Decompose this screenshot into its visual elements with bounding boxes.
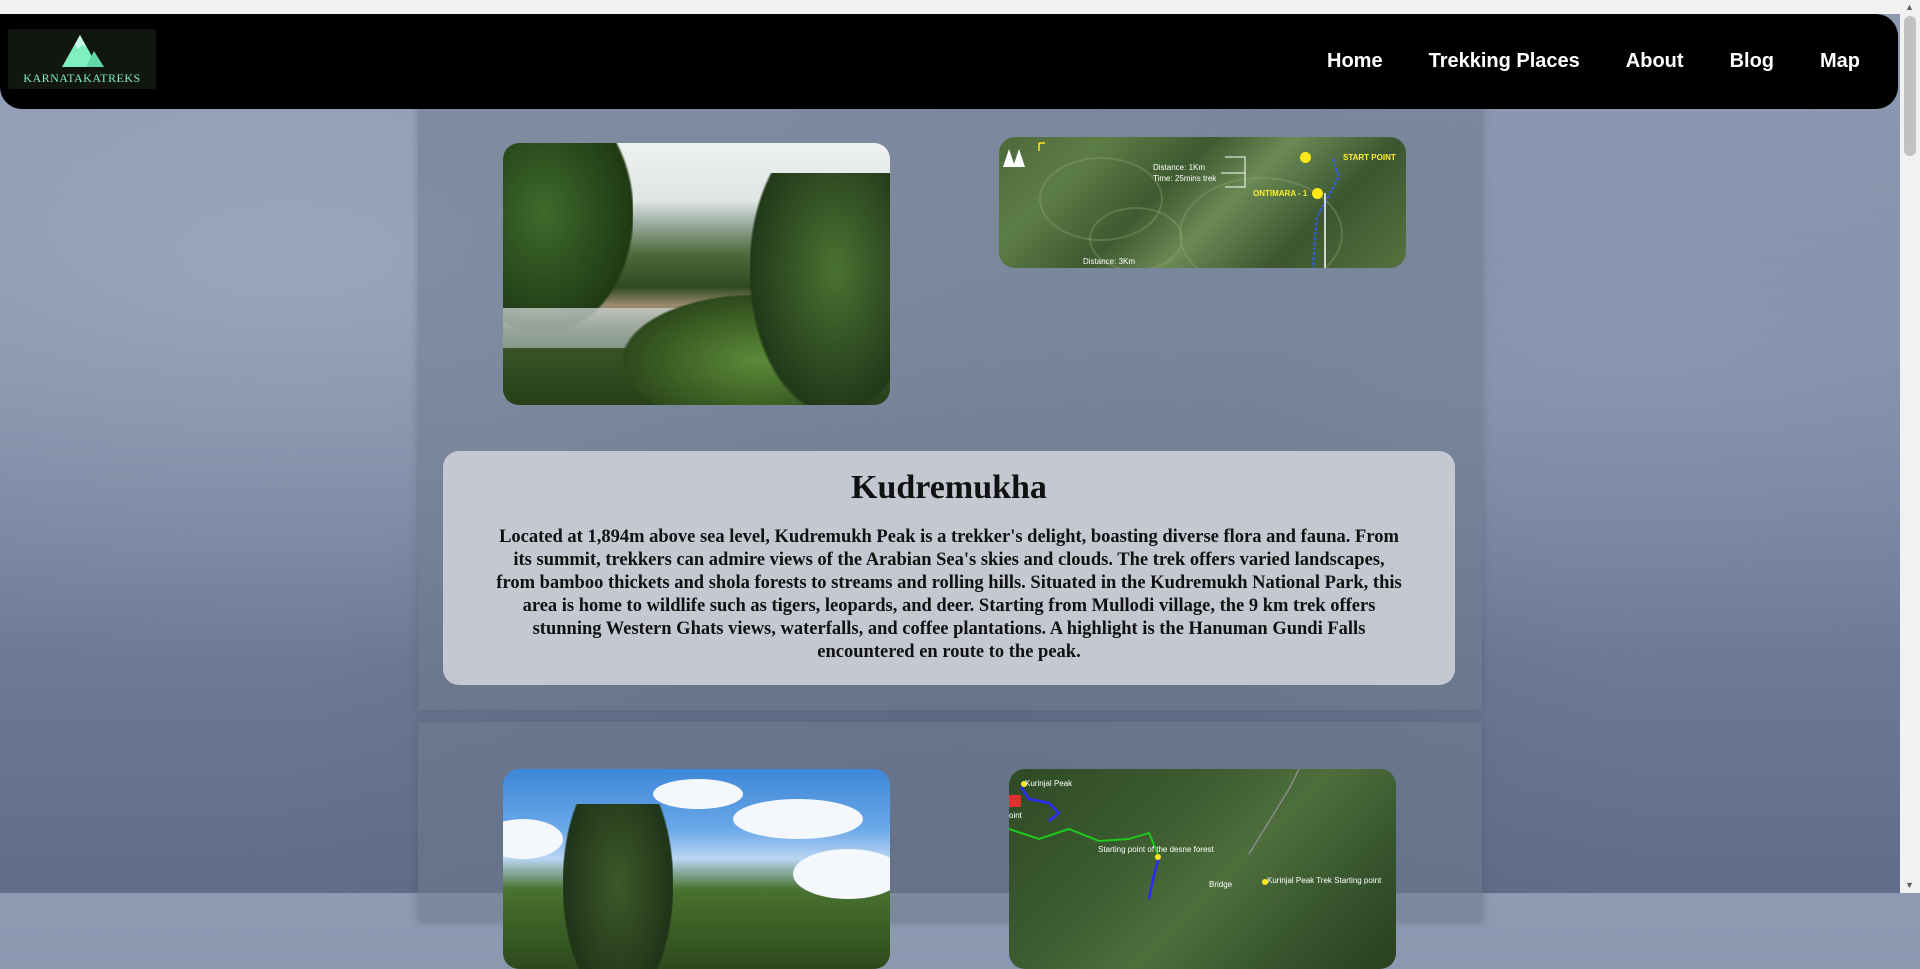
map-label-ontimara: ONTIMARA - 1 <box>1253 189 1308 198</box>
kudremukha-info-card: Kudremukha Located at 1,894m above sea l… <box>443 451 1455 685</box>
nav-links: Home Trekking Places About Blog Map <box>1281 50 1860 73</box>
trek-card-kurinjal: Kurinjal Peak oint Starting point of the… <box>418 722 1482 969</box>
map-label-distance-3km: Distance: 3Km <box>1083 257 1136 266</box>
navbar: KARNATAKATREKS Home Trekking Places Abou… <box>0 14 1898 109</box>
map-label-start: START POINT <box>1343 153 1396 162</box>
scroll-down-icon[interactable]: ▼ <box>1905 880 1914 890</box>
ontimara-marker <box>1312 188 1323 199</box>
scrollbar-thumb[interactable] <box>1904 16 1916 156</box>
nav-blog[interactable]: Blog <box>1730 50 1774 73</box>
vertical-scrollbar[interactable]: ▲ ▼ <box>1900 0 1920 893</box>
kudremukha-forest-photo <box>503 143 890 405</box>
map-label-dense-forest: Starting point of the desne forest <box>1098 845 1214 854</box>
map-label-trek-start: Kurinjal Peak Trek Starting point <box>1267 876 1382 885</box>
scroll-up-icon[interactable]: ▲ <box>1905 2 1914 12</box>
trail-route-icon <box>1009 769 1300 900</box>
nav-trekking-places[interactable]: Trekking Places <box>1429 50 1580 73</box>
map-label-distance-1km: Distance: 1Km <box>1153 163 1206 172</box>
logo-text: KARNATAKATREKS <box>23 71 141 85</box>
site-logo[interactable]: KARNATAKATREKS <box>8 29 156 89</box>
start-point-marker <box>1300 152 1311 163</box>
trek-description: Located at 1,894m above sea level, Kudre… <box>496 527 1402 662</box>
trek-card-kudremukha: START POINT ONTIMARA - 1 Distance: 1Km T… <box>418 100 1482 710</box>
map-label-point: oint <box>1009 811 1022 820</box>
kurinjal-route-map: Kurinjal Peak oint Starting point of the… <box>1009 769 1396 969</box>
forest-marker <box>1155 854 1161 860</box>
map-label-bridge: Bridge <box>1209 880 1233 889</box>
kurinjal-peak-photo <box>503 769 890 969</box>
browser-top-strip <box>0 0 1920 14</box>
trek-title: Kudremukha <box>851 469 1047 506</box>
nav-map[interactable]: Map <box>1820 50 1860 73</box>
kudremukha-route-map: START POINT ONTIMARA - 1 Distance: 1Km T… <box>999 137 1406 268</box>
map-label-peak: Kurinjal Peak <box>1025 779 1073 788</box>
nav-home[interactable]: Home <box>1327 50 1383 73</box>
map-label-time: Time: 25mins trek <box>1153 174 1217 183</box>
mountain-icon <box>62 35 104 67</box>
nav-about[interactable]: About <box>1626 50 1684 73</box>
